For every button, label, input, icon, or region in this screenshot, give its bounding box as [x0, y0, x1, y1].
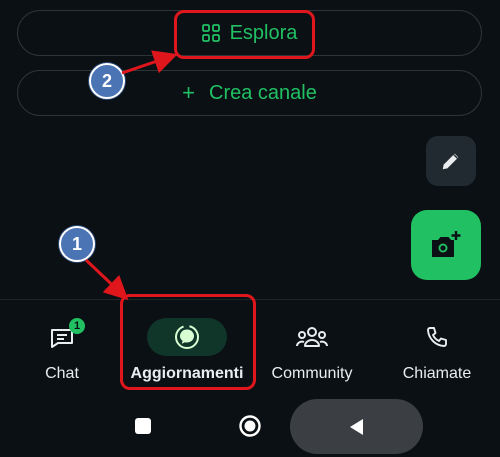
community-icon-wrap — [272, 318, 352, 356]
create-channel-label: Crea canale — [209, 81, 317, 104]
back-button[interactable] — [290, 399, 423, 454]
phone-icon-wrap — [397, 318, 477, 356]
create-channel-button[interactable]: + Crea canale — [17, 70, 482, 116]
edit-status-button[interactable] — [426, 136, 476, 186]
highlight-explore — [174, 10, 315, 59]
step-marker-1: 1 — [59, 226, 95, 262]
tab-calls-label: Chiamate — [402, 365, 472, 382]
square-icon — [135, 418, 151, 434]
tab-community[interactable]: Community — [262, 300, 362, 398]
step-marker-2: 2 — [89, 63, 125, 99]
pencil-icon — [442, 153, 459, 170]
tab-calls[interactable]: Chiamate — [392, 300, 482, 398]
plus-icon: + — [182, 80, 195, 105]
tab-chat-label: Chat — [45, 365, 79, 382]
camera-button[interactable] — [411, 210, 481, 280]
chat-unread-badge: 1 — [69, 318, 85, 334]
home-button[interactable] — [235, 411, 265, 441]
arrow-to-updates — [84, 258, 129, 301]
highlight-updates — [120, 294, 256, 390]
system-navigation-bar — [0, 397, 500, 457]
community-icon — [296, 327, 328, 347]
tab-community-label: Community — [271, 365, 353, 382]
back-triangle-icon — [349, 418, 363, 435]
chat-icon-wrap: 1 — [22, 318, 102, 356]
recents-button[interactable] — [128, 411, 158, 441]
tab-chat[interactable]: 1 Chat — [22, 300, 102, 398]
phone-icon — [427, 327, 447, 347]
camera-add-icon — [432, 231, 461, 257]
circle-icon — [239, 415, 261, 437]
